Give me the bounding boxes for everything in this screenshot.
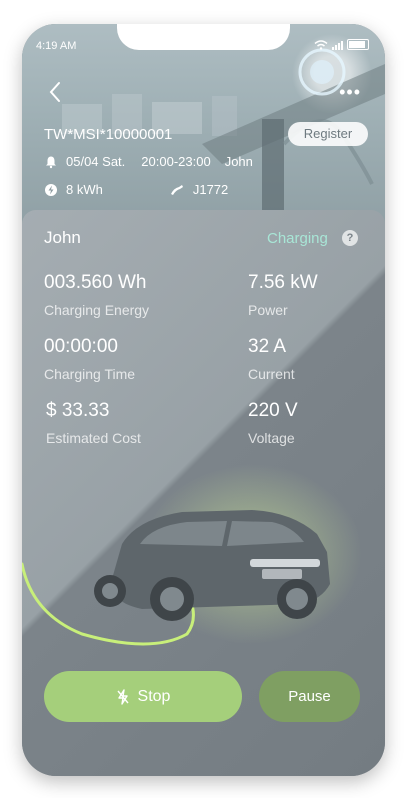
power-value: 7.56 kW: [248, 272, 318, 293]
cost-label: Estimated Cost: [46, 430, 141, 446]
charging-status: Charging: [267, 230, 328, 247]
help-icon[interactable]: ?: [342, 230, 358, 246]
stop-button-label: Stop: [137, 687, 171, 705]
back-chevron-icon[interactable]: [46, 80, 66, 104]
reservation-time: 20:00-23:00: [141, 154, 211, 169]
stop-button[interactable]: Stop: [44, 671, 242, 722]
station-id: TW*MSI*10000001: [44, 126, 173, 143]
charging-car-illustration: [22, 464, 362, 646]
more-options-icon[interactable]: •••: [339, 82, 361, 103]
signal-icon: [332, 40, 343, 50]
register-button[interactable]: Register: [288, 122, 368, 146]
current-label: Current: [248, 366, 295, 382]
stop-charging-icon: [116, 688, 129, 705]
plug-connector-icon: [170, 184, 183, 195]
session-user: John: [44, 228, 81, 247]
power-label: Power: [248, 302, 288, 318]
energy-label: Charging Energy: [44, 302, 150, 318]
pause-button[interactable]: Pause: [259, 671, 360, 722]
device-notch: [117, 24, 290, 50]
energy-value: 003.560 Wh: [44, 272, 147, 293]
bell-icon: [46, 156, 56, 168]
wifi-icon: [314, 39, 328, 50]
status-time: 4:19 AM: [36, 40, 77, 52]
voltage-value: 220 V: [248, 400, 298, 421]
reservation-row: 05/04 Sat. 20:00-23:00 John: [44, 154, 253, 169]
time-value: 00:00:00: [44, 336, 118, 357]
reservation-user: John: [224, 154, 253, 169]
current-value: 32 A: [248, 336, 287, 357]
voltage-label: Voltage: [248, 430, 295, 446]
connector-type: J1772: [192, 182, 229, 197]
reservation-date: 05/04 Sat.: [66, 154, 126, 169]
time-label: Charging Time: [44, 366, 136, 382]
phone-frame: 4:19 AM ••• TW*MSI*10000001 Register 05/…: [22, 24, 385, 776]
energy-bolt-icon: [45, 183, 57, 196]
cost-value: $ 33.33: [46, 400, 110, 421]
spec-row: 8 kWh J1772: [44, 182, 228, 197]
capacity-value: 8 kWh: [66, 182, 103, 197]
battery-icon: [347, 39, 369, 50]
status-icons: [314, 39, 369, 50]
